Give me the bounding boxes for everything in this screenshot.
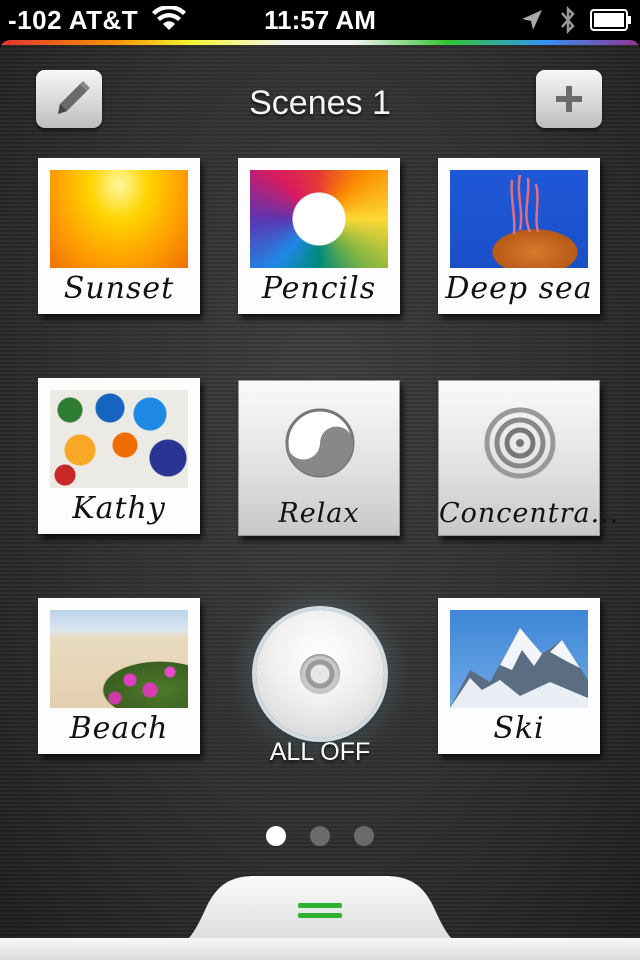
scenes-panel: Scenes 1 Sunset Pencils Deep sea Kathy R… bbox=[0, 40, 640, 960]
page-dot-3[interactable] bbox=[354, 826, 374, 846]
rainbow-strip bbox=[0, 40, 640, 45]
scene-card-relax[interactable]: Relax bbox=[238, 380, 400, 536]
power-ring-icon bbox=[300, 654, 340, 694]
scene-card-ski[interactable]: Ski bbox=[438, 598, 600, 754]
scene-card-pencils[interactable]: Pencils bbox=[238, 158, 400, 314]
yin-yang-icon bbox=[285, 408, 355, 478]
beach-photo bbox=[50, 610, 188, 708]
scene-label: Concentra... bbox=[439, 498, 620, 529]
ski-photo bbox=[450, 610, 588, 708]
jellyfish-tentacles bbox=[510, 174, 540, 235]
page-dot-2[interactable] bbox=[310, 826, 330, 846]
deep-sea-photo bbox=[450, 170, 588, 268]
battery-icon bbox=[590, 9, 631, 31]
scene-card-sunset[interactable]: Sunset bbox=[38, 158, 200, 314]
scene-card-kathy[interactable]: Kathy bbox=[38, 378, 200, 534]
clock: 11:57 AM bbox=[264, 5, 376, 35]
status-bar: -102 AT&T 11:57 AM bbox=[0, 0, 640, 40]
bottom-tray bbox=[0, 938, 640, 960]
bluetooth-icon bbox=[561, 5, 575, 35]
page-dot-1[interactable] bbox=[266, 826, 286, 846]
scene-card-deep-sea[interactable]: Deep sea bbox=[438, 158, 600, 314]
scene-label: Sunset bbox=[63, 271, 175, 306]
mountain-illustration bbox=[450, 628, 588, 708]
scene-card-concentrate[interactable]: Concentra... bbox=[438, 380, 620, 536]
pencils-photo bbox=[250, 170, 388, 268]
scene-label: Pencils bbox=[261, 271, 377, 306]
sunset-photo bbox=[50, 170, 188, 268]
scene-card-beach[interactable]: Beach bbox=[38, 598, 200, 754]
all-off-button[interactable] bbox=[256, 610, 384, 738]
scene-label: Deep sea bbox=[445, 271, 593, 306]
page-indicator bbox=[0, 826, 640, 846]
concentric-circles-icon bbox=[484, 407, 556, 479]
scene-label: Relax bbox=[278, 498, 360, 529]
kathy-photo bbox=[50, 390, 188, 488]
scene-label: Ski bbox=[493, 711, 545, 746]
scene-label: Kathy bbox=[72, 491, 166, 526]
add-scene-button[interactable] bbox=[536, 70, 602, 128]
location-icon bbox=[522, 10, 542, 30]
plus-icon bbox=[556, 86, 582, 112]
